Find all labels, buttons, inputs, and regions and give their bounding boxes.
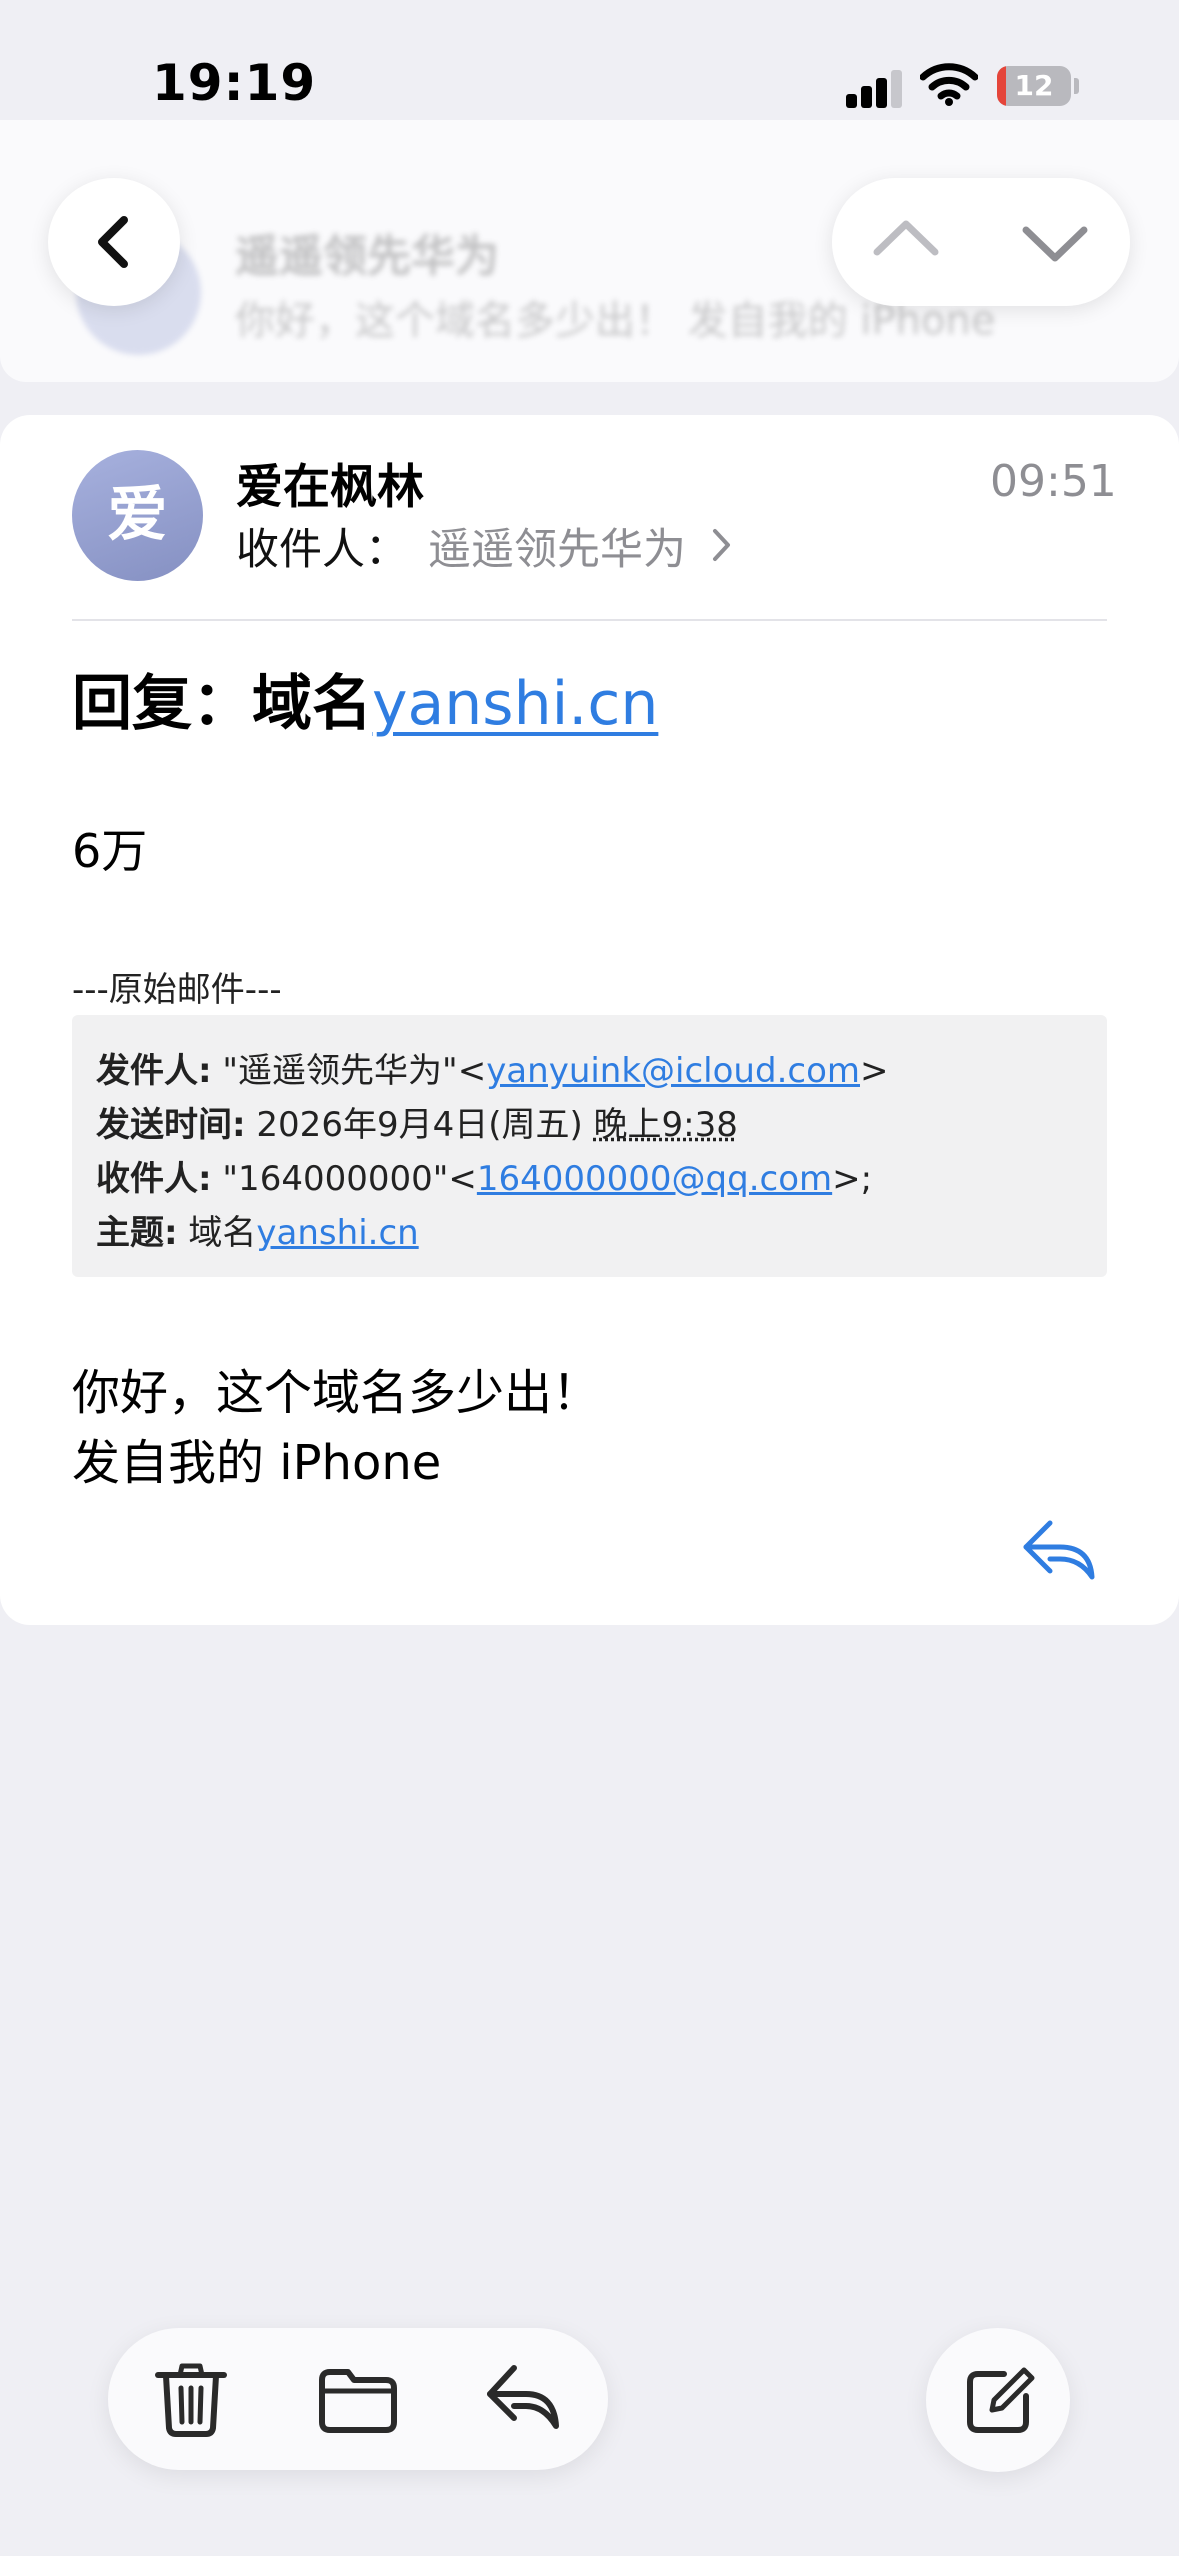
status-time: 19:19 — [152, 54, 317, 112]
quoted-to-email[interactable]: 164000000@qq.com — [477, 1159, 832, 1199]
sender-avatar[interactable]: 爱 — [72, 450, 203, 581]
quoted-from-line: 发件人: "遥遥领先华为"<yanyuink@icloud.com> — [96, 1051, 889, 1091]
body-reply-text: 6万 — [72, 824, 148, 878]
sender-name[interactable]: 爱在枫林 — [236, 448, 424, 517]
quoted-header-box: 发件人: "遥遥领先华为"<yanyuink@icloud.com> 发送时间:… — [72, 1015, 1107, 1277]
recipient-label: 收件人： — [236, 525, 408, 575]
subject-link[interactable]: yanshi.cn — [372, 669, 658, 739]
compose-button[interactable] — [926, 2328, 1070, 2472]
subject-text: 回复：域名 — [72, 669, 372, 739]
previous-sender: 遥遥领先华为 — [235, 231, 499, 282]
reply-icon — [487, 2365, 559, 2429]
folder-icon — [319, 2369, 397, 2433]
reply-icon[interactable] — [1020, 1515, 1100, 1585]
message-nav — [832, 178, 1130, 306]
original-message-separator: ---原始邮件--- — [72, 970, 282, 1010]
chevron-left-icon — [98, 216, 128, 268]
reply-button[interactable] — [440, 2328, 606, 2470]
chevron-down-icon — [1022, 226, 1088, 262]
body-line-1: 你好，这个域名多少出！ — [72, 1365, 601, 1421]
trash-icon — [155, 2363, 227, 2437]
message-subject: 回复：域名yanshi.cn — [72, 655, 658, 742]
delete-button[interactable] — [108, 2328, 274, 2470]
battery-icon: 12 — [997, 66, 1071, 106]
move-folder-button[interactable] — [274, 2328, 440, 2470]
recipient-name[interactable]: 遥遥领先华为 — [428, 515, 686, 577]
bottom-toolbar — [108, 2328, 608, 2470]
header-divider — [72, 619, 1107, 621]
body-line-2: 发自我的 iPhone — [72, 1435, 442, 1491]
previous-message-button[interactable] — [832, 178, 981, 306]
quoted-sent-time[interactable]: 晚上9:38 — [594, 1105, 738, 1145]
message-time: 09:51 — [990, 456, 1117, 507]
back-button[interactable] — [48, 178, 180, 306]
chevron-right-icon[interactable] — [710, 525, 734, 565]
chevron-up-icon — [873, 220, 939, 256]
next-message-button[interactable] — [981, 178, 1130, 306]
compose-icon — [967, 2367, 1035, 2433]
quoted-sent-line: 发送时间: 2026年9月4日(周五) 晚上9:38 — [96, 1105, 738, 1145]
quoted-to-line: 收件人: "164000000"<164000000@qq.com>; — [96, 1159, 873, 1199]
wifi-icon — [920, 62, 978, 106]
quoted-from-email[interactable]: yanyuink@icloud.com — [486, 1051, 860, 1091]
cellular-signal-icon — [846, 68, 902, 108]
battery-level: 12 — [1014, 69, 1054, 102]
quoted-subject-line: 主题: 域名yanshi.cn — [96, 1213, 419, 1253]
quoted-subject-link[interactable]: yanshi.cn — [256, 1213, 418, 1253]
